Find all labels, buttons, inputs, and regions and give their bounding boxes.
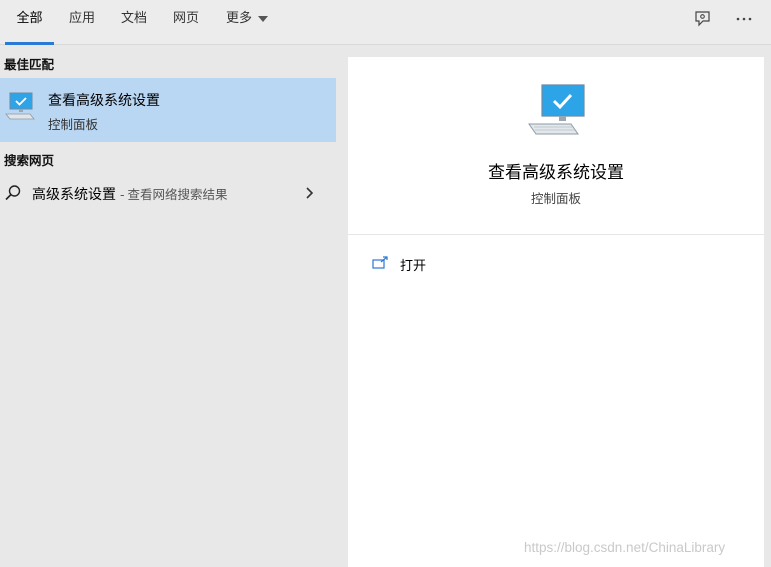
- open-action-label: 打开: [400, 259, 427, 274]
- more-options-icon[interactable]: [734, 10, 756, 30]
- watermark: https://blog.csdn.net/ChinaLibrary: [524, 540, 726, 555]
- web-result-hint: 查看网络搜索结果: [127, 187, 228, 202]
- tab-all-label: 全部: [16, 11, 43, 26]
- best-match-item[interactable]: 查看高级系统设置 控制面板: [0, 78, 336, 142]
- tab-documents[interactable]: 文档: [114, 0, 154, 45]
- preview-title: 查看高级系统设置: [488, 163, 624, 183]
- search-icon: [4, 184, 22, 202]
- monitor-check-icon: [4, 90, 38, 122]
- best-match-subtitle: 控制面板: [48, 117, 99, 132]
- tab-apps[interactable]: 应用: [62, 0, 102, 45]
- best-match-title: 查看高级系统设置: [48, 93, 160, 109]
- tab-more[interactable]: 更多: [220, 0, 274, 45]
- monitor-check-icon: [526, 83, 588, 141]
- web-result-query: 高级系统设置: [32, 187, 116, 203]
- tab-more-label: 更多: [225, 11, 252, 26]
- tab-documents-label: 文档: [120, 11, 147, 26]
- open-action-button[interactable]: 打开: [370, 253, 570, 277]
- tab-web[interactable]: 网页: [166, 0, 206, 45]
- tab-web-label: 网页: [172, 11, 199, 26]
- tab-all[interactable]: 全部: [5, 0, 54, 45]
- web-search-header: 搜索网页: [4, 153, 55, 168]
- feedback-icon[interactable]: [692, 10, 714, 30]
- best-match-header: 最佳匹配: [4, 57, 55, 72]
- chevron-down-icon: [258, 15, 268, 22]
- web-search-result[interactable]: 高级系统设置 - 查看网络搜索结果: [0, 176, 336, 208]
- results-list: 最佳匹配 查看高级系统设置 控制面板 搜索网页 高级系统设置 - 查看网络搜索结果: [0, 45, 336, 567]
- divider: [348, 234, 764, 235]
- preview-panel: 查看高级系统设置 控制面板 打开: [348, 57, 764, 567]
- web-result-separator: -: [120, 187, 125, 202]
- chevron-right-icon: [304, 185, 316, 199]
- open-icon: [372, 255, 388, 269]
- search-filter-tabs: 全部 应用 文档 网页 更多: [0, 0, 771, 45]
- preview-subtitle: 控制面板: [530, 191, 581, 206]
- tab-apps-label: 应用: [68, 11, 95, 26]
